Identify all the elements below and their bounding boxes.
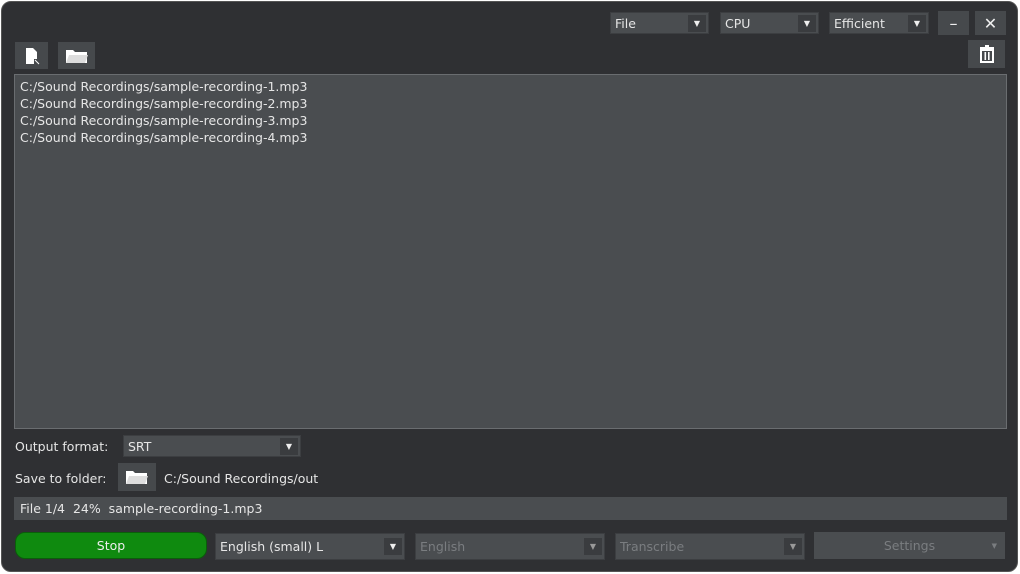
status-bar: File 1/4 24% sample-recording-1.mp3: [14, 497, 1007, 520]
minimize-icon: –: [949, 13, 958, 33]
stop-button[interactable]: Stop: [15, 532, 207, 559]
clear-list-button[interactable]: [968, 40, 1005, 68]
mode-value: Efficient: [834, 15, 885, 31]
app-window: File ▼ CPU ▼ Efficient ▼ – ✕ C:/Sound Recor…: [1, 1, 1018, 572]
list-item[interactable]: C:/Sound Recordings/sample-recording-4.m…: [15, 129, 1006, 146]
close-icon: ✕: [983, 13, 998, 33]
task-value: Transcribe: [620, 539, 685, 554]
chevron-down-icon: ▼: [688, 15, 706, 32]
mode-select[interactable]: Efficient ▼: [829, 12, 929, 34]
add-file-icon: [25, 47, 40, 65]
save-folder-label: Save to folder:: [15, 471, 107, 486]
source-value: File: [615, 15, 636, 31]
folder-icon: [126, 471, 148, 484]
output-folder-path: C:/Sound Recordings/out: [164, 471, 319, 486]
output-format-label: Output format:: [15, 439, 109, 454]
task-select: Transcribe ▼: [615, 533, 805, 560]
minimize-button[interactable]: –: [938, 11, 969, 35]
list-item[interactable]: C:/Sound Recordings/sample-recording-1.m…: [15, 78, 1006, 95]
list-item[interactable]: C:/Sound Recordings/sample-recording-2.m…: [15, 95, 1006, 112]
model-select[interactable]: English (small) L ▼: [215, 533, 405, 560]
chevron-down-icon: ▼: [584, 538, 602, 555]
chevron-down-icon: ▼: [798, 15, 816, 32]
folder-icon: [65, 49, 88, 63]
close-button[interactable]: ✕: [975, 11, 1006, 35]
chevron-down-icon: ▼: [384, 538, 402, 555]
output-format-value: SRT: [128, 438, 152, 454]
output-format-select[interactable]: SRT ▼: [123, 435, 301, 457]
language-select: English ▼: [415, 533, 605, 560]
source-select[interactable]: File ▼: [610, 12, 709, 34]
list-item[interactable]: C:/Sound Recordings/sample-recording-3.m…: [15, 112, 1006, 129]
choose-output-folder-button[interactable]: [118, 463, 156, 491]
file-list[interactable]: C:/Sound Recordings/sample-recording-1.m…: [14, 74, 1007, 429]
add-folder-button[interactable]: [58, 42, 95, 69]
add-file-button[interactable]: [15, 42, 48, 69]
chevron-down-icon: ▼: [908, 15, 926, 32]
chevron-down-icon: ▼: [280, 438, 298, 455]
trash-icon: [979, 45, 994, 63]
chevron-down-icon: ▼: [784, 538, 802, 555]
chevron-down-icon: ▼: [991, 541, 997, 550]
model-value: English (small) L: [220, 539, 324, 554]
settings-label: Settings: [883, 538, 936, 553]
device-select[interactable]: CPU ▼: [720, 12, 819, 34]
settings-button: Settings ▼: [814, 532, 1005, 559]
device-value: CPU: [725, 15, 751, 31]
language-value: English: [420, 539, 466, 554]
